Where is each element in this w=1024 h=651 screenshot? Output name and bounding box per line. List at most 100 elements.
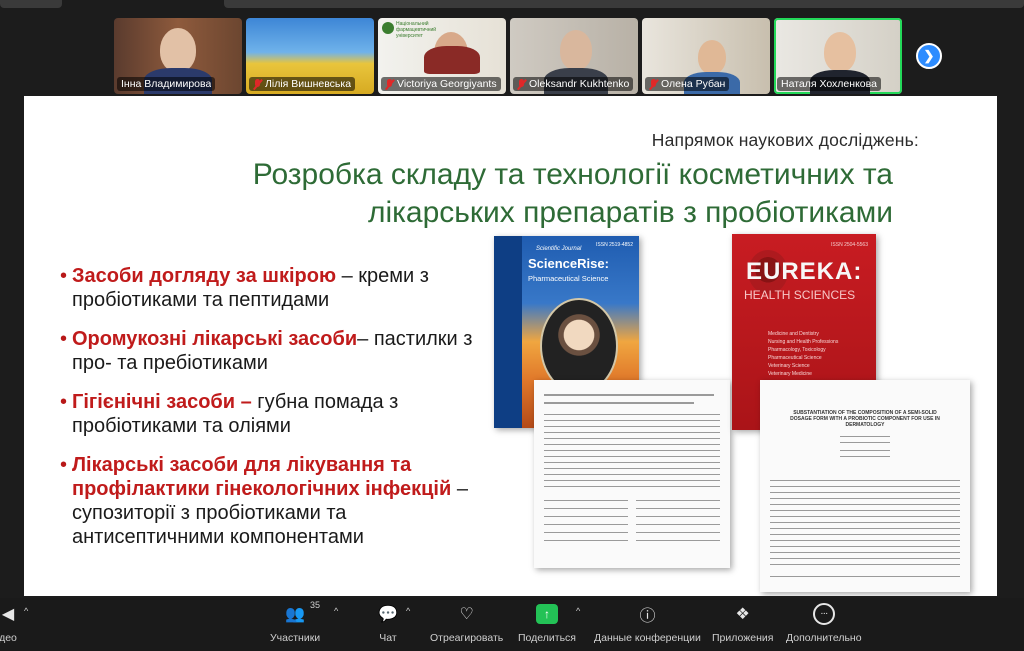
text-line xyxy=(544,524,628,525)
text-line xyxy=(544,540,628,541)
chevron-up-icon[interactable]: ^ xyxy=(24,606,28,616)
text-line xyxy=(770,564,960,565)
text-line xyxy=(770,540,960,541)
text-line xyxy=(770,504,960,505)
text-line xyxy=(544,456,720,457)
participant-namebar: Олена Рубан xyxy=(645,77,730,91)
toolbar-label: Данные конференции xyxy=(594,632,701,644)
text-line xyxy=(770,546,960,547)
video-button[interactable]: ◀ део xyxy=(0,602,20,644)
cover-issn: ISSN 2519-4852 xyxy=(596,242,633,248)
more-icon: ··· xyxy=(812,603,835,625)
bullet-list: Засоби догляду за шкірою – креми з пробі… xyxy=(60,264,492,564)
participant-name: Інна Владимирова xyxy=(121,78,212,90)
chevron-up-icon[interactable]: ^ xyxy=(334,606,338,616)
chevron-up-icon[interactable]: ^ xyxy=(406,606,410,616)
text-line xyxy=(544,394,714,396)
text-line xyxy=(770,486,960,487)
cover-journal-name: ScienceRise: xyxy=(528,256,609,271)
text-line xyxy=(544,500,628,501)
participant-name: Victoriya Georgiyants xyxy=(397,78,497,90)
apps-button[interactable]: ❖ Приложения xyxy=(712,602,773,644)
bullet-item: Оромукозні лікарські засоби– пастилки з … xyxy=(60,327,492,375)
chevron-up-icon[interactable]: ^ xyxy=(576,606,580,616)
text-line xyxy=(544,486,720,487)
participant-tile-2[interactable]: Національний фармацевтичний університет … xyxy=(378,18,506,94)
toolbar-label: Чат xyxy=(379,632,397,644)
slide-title-line-1: Розробка складу та технології косметични… xyxy=(252,158,893,191)
more-button[interactable]: ··· Дополнительно xyxy=(786,602,862,644)
next-page-button[interactable]: ❯ xyxy=(916,43,942,69)
top-nub-right xyxy=(224,0,1024,8)
text-line xyxy=(636,516,720,517)
toolbar-label: Дополнительно xyxy=(786,632,862,644)
text-line xyxy=(544,432,720,433)
toolbar-label: Отреагировать xyxy=(430,632,504,644)
video-icon: ◀ xyxy=(1,606,15,623)
shared-slide: Напрямок наукових досліджень: Розробка с… xyxy=(24,96,997,596)
text-line xyxy=(770,498,960,499)
text-line xyxy=(544,414,720,415)
cover-topic: Pharmaceutical Science xyxy=(768,355,822,361)
top-edge xyxy=(0,0,1024,14)
participant-namebar: Інна Владимирова xyxy=(117,77,216,91)
apps-icon: ❖ xyxy=(735,606,750,623)
meeting-info-button[interactable]: ⓘ Данные конференции xyxy=(594,602,701,644)
mic-muted-icon xyxy=(649,78,658,90)
video-hair xyxy=(424,46,480,74)
text-line xyxy=(544,402,694,404)
text-line xyxy=(840,436,890,437)
text-line xyxy=(636,508,720,509)
participant-tile-0[interactable]: Інна Владимирова xyxy=(114,18,242,94)
text-line xyxy=(770,558,960,559)
slide-title-line-2: лікарських препаратів з пробіотиками xyxy=(367,196,893,229)
cover-topic: Veterinary Science xyxy=(768,363,810,369)
chat-icon: 💬 xyxy=(378,606,398,623)
react-button[interactable]: ♡ Отреагировать xyxy=(430,602,503,644)
participant-name: Лілія Вишневська xyxy=(265,78,352,90)
mic-muted-icon xyxy=(517,78,526,90)
article-page-image-2: SUBSTANTIATION OF THE COMPOSITION OF A S… xyxy=(760,380,970,592)
text-line xyxy=(770,516,960,517)
text-line xyxy=(636,532,720,533)
participant-tile-4[interactable]: Олена Рубан xyxy=(642,18,770,94)
participant-tile-3[interactable]: Oleksandr Kukhtenko xyxy=(510,18,638,94)
toolbar-label: Приложения xyxy=(712,632,774,644)
text-line xyxy=(544,438,720,439)
text-line xyxy=(770,510,960,511)
cover-issn: ISSN 2504-5563 xyxy=(831,242,868,248)
text-line xyxy=(770,492,960,493)
bullet-item: Засоби догляду за шкірою – креми з пробі… xyxy=(60,264,492,312)
participants-icon: 👥 xyxy=(285,606,306,623)
share-icon-wrap: ↑ xyxy=(535,602,559,626)
more-icon-wrap: ··· xyxy=(812,602,836,626)
video-face xyxy=(824,32,856,72)
bullet-heading: Лікарські засоби для лікування та профіл… xyxy=(72,454,452,500)
bullet-item: Лікарські засоби для лікування та профіл… xyxy=(60,453,492,549)
text-line xyxy=(544,516,628,517)
cover-label: Scientific Journal xyxy=(536,246,582,252)
toolbar-label: део xyxy=(0,632,17,644)
text-line xyxy=(544,444,720,445)
share-button[interactable]: ↑ Поделиться xyxy=(518,602,576,644)
participant-tile-5-active-speaker[interactable]: Наталя Хохленкова xyxy=(774,18,902,94)
toolbar-label: Поделиться xyxy=(518,632,576,644)
university-logo xyxy=(382,22,394,34)
text-line xyxy=(840,450,890,451)
text-line xyxy=(544,474,720,475)
participant-namebar: Лілія Вишневська xyxy=(249,77,356,91)
mic-muted-icon xyxy=(253,78,262,90)
text-line xyxy=(544,462,720,463)
article-page-image-1 xyxy=(534,380,730,568)
zoom-meeting-window: Інна Владимирова Лілія Вишневська Націон… xyxy=(0,0,1024,651)
text-line xyxy=(770,528,960,529)
cover-topic: Medicine and Dentistry xyxy=(768,331,819,337)
participant-tile-1[interactable]: Лілія Вишневська xyxy=(246,18,374,94)
chat-button[interactable]: 💬 Чат xyxy=(376,602,400,644)
text-line xyxy=(840,442,890,443)
cover-topic: Veterinary Medicine xyxy=(768,371,812,377)
text-line xyxy=(544,468,720,469)
cover-journal-sub: Pharmaceutical Science xyxy=(528,274,609,283)
slide-title: Розробка складу та технології косметични… xyxy=(133,156,893,232)
text-line xyxy=(770,480,960,481)
